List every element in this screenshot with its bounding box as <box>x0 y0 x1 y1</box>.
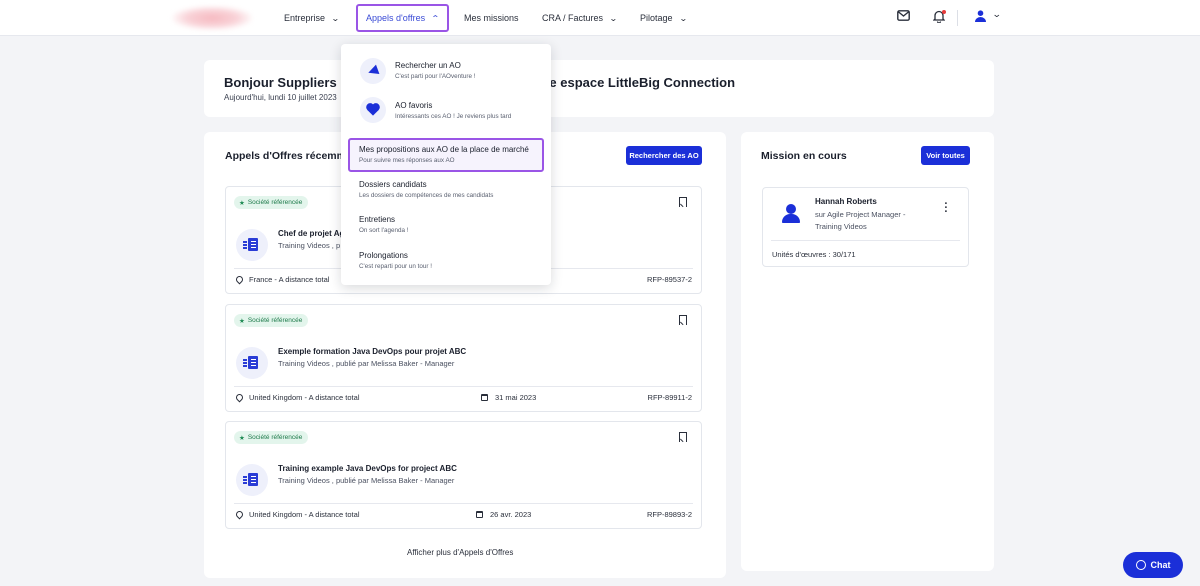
see-all-missions-button[interactable]: Voir toutes <box>921 146 970 165</box>
dropdown-item-label: AO favoris <box>395 101 433 110</box>
offer-subtitle: Training Videos , publié par Melissa Bak… <box>278 359 455 368</box>
offer-subtitle: Training Videos , publié par Melissa Bak… <box>278 476 455 485</box>
top-navigation: Entreprise ⌄ Appels d'offres ⌃ Mes missi… <box>0 0 1200 36</box>
chat-button[interactable]: Chat <box>1123 552 1183 578</box>
offer-subtitle: Training Videos , p <box>278 241 341 250</box>
badge-label: Société référencée <box>247 434 303 441</box>
welcome-card: Bonjour Suppliers tre espace LittleBig C… <box>204 60 994 117</box>
offer-location: United Kingdom - A distance total <box>234 392 360 403</box>
welcome-title-right: tre espace LittleBig Connection <box>540 75 736 90</box>
dropdown-item-subtitle: C'est reparti pour un tour ! <box>359 263 432 270</box>
nav-item-cra-factures[interactable]: CRA / Factures ⌄ <box>542 0 618 36</box>
paper-plane-icon <box>360 58 386 84</box>
document-icon <box>236 229 268 261</box>
chevron-up-icon: ⌃ <box>431 13 440 23</box>
welcome-title-left: Bonjour Suppliers <box>224 75 337 90</box>
welcome-date: Aujourd'hui, lundi 10 juillet 2023 <box>224 93 337 102</box>
notification-dot <box>942 10 946 14</box>
chevron-down-icon: ⌄ <box>678 13 688 23</box>
dropdown-item-label: Rechercher un AO <box>395 61 461 70</box>
date-label: 31 mai 2023 <box>495 393 537 402</box>
nav-item-label: Entreprise <box>284 13 326 23</box>
location-label: United Kingdom - A distance total <box>249 393 360 402</box>
calendar-icon <box>481 394 488 401</box>
chevron-down-icon: ⌄ <box>609 13 618 23</box>
nav-item-mes-missions[interactable]: Mes missions <box>464 0 519 36</box>
mission-title: Mission en cours <box>761 150 847 162</box>
offer-title: Training example Java DevOps for project… <box>278 464 457 473</box>
search-offers-button[interactable]: Rechercher des AO <box>626 146 702 165</box>
dropdown-item-subtitle: C'est parti pour l'AOventure ! <box>395 73 476 80</box>
offer-card[interactable]: ★ Société référencée Exemple formation Ja… <box>225 304 702 412</box>
nav-item-label: CRA / Factures <box>542 13 604 23</box>
chat-bubble-icon <box>1135 560 1146 570</box>
dropdown-item-label: Entretiens <box>359 215 396 224</box>
offer-reference: RFP-89911-2 <box>647 393 692 402</box>
calendar-icon <box>476 511 483 518</box>
document-icon <box>236 464 268 496</box>
offer-title: Chef de projet Ag <box>278 229 345 238</box>
nav-item-pilotage[interactable]: Pilotage ⌄ <box>640 0 688 36</box>
offer-date: 31 mai 2023 <box>481 393 536 402</box>
badge-label: Société référencée <box>247 199 303 206</box>
location-pin-icon <box>234 509 245 520</box>
offer-title: Exemple formation Java DevOps pour proje… <box>278 347 467 356</box>
dropdown-highlight <box>348 138 544 172</box>
mail-icon[interactable] <box>897 10 910 24</box>
dropdown-item-label: Dossiers candidats <box>359 180 427 189</box>
star-icon: ★ <box>239 199 245 207</box>
dropdown-item-subtitle: On sort l'agenda ! <box>359 227 409 234</box>
status-badge: ★ Société référencée <box>234 314 309 327</box>
dropdown-item-subtitle: Pour suivre mes réponses aux AO <box>359 157 455 164</box>
offer-reference: RFP-89893-2 <box>646 510 692 519</box>
bookmark-icon[interactable] <box>679 315 687 325</box>
status-badge: ★ Société référencée <box>234 196 309 209</box>
nav-item-entreprise[interactable]: Entreprise ⌄ <box>284 0 340 36</box>
bookmark-icon[interactable] <box>679 197 687 207</box>
badge-label: Société référencée <box>247 317 303 324</box>
nav-item-label: Pilotage <box>640 13 673 23</box>
logo[interactable] <box>172 6 252 30</box>
offer-location: France - A distance total <box>234 274 330 285</box>
show-more-offers-link[interactable]: Afficher plus d'Appels d'Offres <box>407 548 513 557</box>
dropdown-item-label: Mes propositions aux AO de la place de m… <box>359 145 529 154</box>
dropdown-item-subtitle: Les dossiers de compétences de mes candi… <box>359 192 494 199</box>
divider <box>771 240 960 241</box>
offer-reference: RFP-89537-2 <box>646 275 692 284</box>
chevron-down-icon: ⌄ <box>331 13 340 23</box>
heart-icon <box>360 97 386 123</box>
date-label: 26 avr. 2023 <box>490 510 532 519</box>
more-options-icon[interactable]: · · · <box>944 199 948 218</box>
chevron-down-icon[interactable]: ⌄ <box>992 9 1002 20</box>
user-icon[interactable] <box>975 10 986 25</box>
offer-date: 26 avr. 2023 <box>476 510 531 519</box>
offer-card[interactable]: ★ Société référencée Training example Jav… <box>225 421 702 529</box>
divider <box>234 386 693 387</box>
offers-title: Appels d'Offres récemm <box>225 150 346 162</box>
nav-item-label: Appels d'offres <box>366 13 426 23</box>
star-icon: ★ <box>239 434 245 442</box>
document-icon <box>236 347 268 379</box>
offer-location: United Kingdom - A distance total <box>234 509 360 520</box>
status-badge: ★ Société référencée <box>234 431 309 444</box>
divider <box>957 10 958 26</box>
person-icon <box>782 204 800 224</box>
location-pin-icon <box>234 392 245 403</box>
location-label: France - A distance total <box>249 275 330 284</box>
location-pin-icon <box>234 274 245 285</box>
star-icon: ★ <box>239 317 245 325</box>
mission-units: Unités d'œuvres : 30/171 <box>772 250 856 259</box>
mission-person-name: Hannah Roberts <box>815 197 877 206</box>
mission-card[interactable]: Hannah Roberts sur Agile Project Manager… <box>762 187 969 267</box>
divider <box>234 503 693 504</box>
dropdown-item-label: Prolongations <box>359 251 408 260</box>
nav-item-appels-doffres[interactable]: Appels d'offres ⌃ <box>356 4 449 32</box>
location-label: United Kingdom - A distance total <box>249 510 360 519</box>
nav-item-label: Mes missions <box>464 13 519 23</box>
dropdown-item-subtitle: Intéressants ces AO ! Je reviens plus ta… <box>395 113 512 120</box>
bookmark-icon[interactable] <box>679 432 687 442</box>
mission-role: sur Agile Project Manager - Training Vid… <box>815 210 906 231</box>
chat-label: Chat <box>1150 560 1171 570</box>
